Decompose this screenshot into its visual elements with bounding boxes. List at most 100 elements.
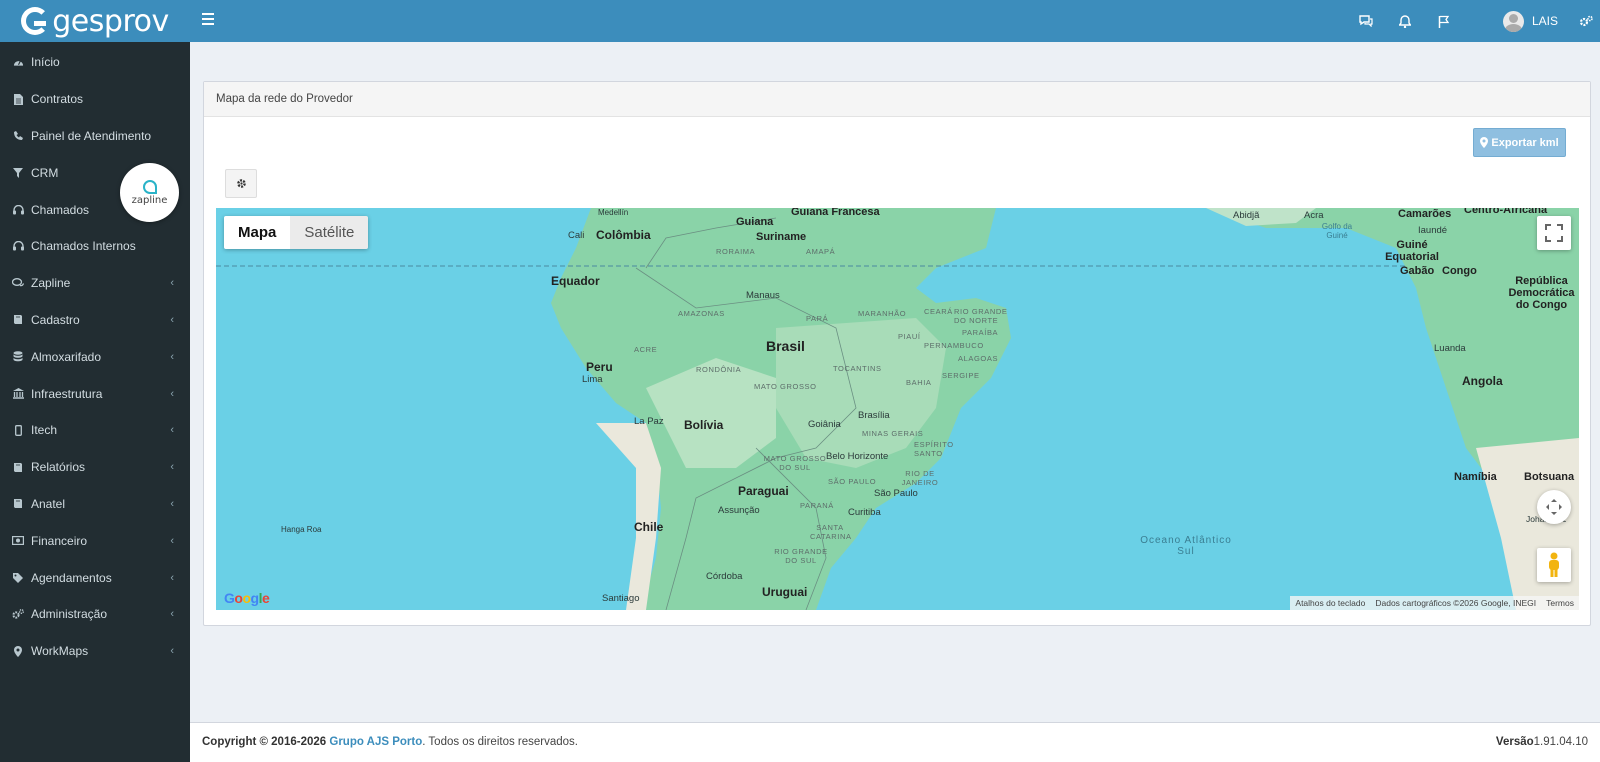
mobile-icon <box>12 424 24 436</box>
sidebar-item-infraestrutura[interactable]: Infraestrutura ‹ <box>0 375 190 412</box>
sidebar-item-label: Chamados <box>31 202 90 217</box>
sidebar-item-label: CRM <box>31 165 59 180</box>
sidebar-item-administracao[interactable]: Administração ‹ <box>0 596 190 633</box>
map-label-state: RIO GRANDE DO SUL <box>774 547 828 565</box>
filter-icon <box>12 167 24 179</box>
sidebar-item-label: WorkMaps <box>31 644 89 659</box>
sidebar-item-workmaps[interactable]: WorkMaps ‹ <box>0 633 190 670</box>
phone-icon <box>12 130 24 142</box>
map-label-state: BAHIA <box>906 378 932 387</box>
map-label-state: TOCANTINS <box>833 364 882 373</box>
settings-cogs-icon[interactable] <box>1578 12 1594 30</box>
sidebar-item-label: Chamados Internos <box>31 239 136 254</box>
copyright-text: Copyright © 2016-2026 <box>202 736 327 748</box>
camera-control-button[interactable] <box>1537 490 1571 524</box>
map-label-country: Guiné Equatorial <box>1385 239 1439 263</box>
sidebar-toggle-icon[interactable] <box>202 13 214 25</box>
google-logo[interactable]: Google <box>224 590 270 606</box>
map-label-state: RORAIMA <box>716 247 756 256</box>
street-view-pegman[interactable] <box>1537 548 1571 582</box>
map-label-city: La Paz <box>634 416 664 427</box>
chevron-left-icon: ‹ <box>170 387 174 400</box>
bank-icon <box>12 388 24 400</box>
google-map[interactable]: Medellín Cali Colômbia Guiana Guiana Fra… <box>216 208 1579 610</box>
map-label-country: Colômbia <box>596 228 651 242</box>
zapline-floating-button[interactable]: zapline <box>120 163 179 222</box>
sidebar-item-label: Cadastro <box>31 312 80 327</box>
chevron-left-icon: ‹ <box>170 608 174 621</box>
chevron-left-icon: ‹ <box>170 497 174 510</box>
version-label: Versão <box>1495 736 1534 748</box>
map-label-city: Belo Horizonte <box>826 451 889 462</box>
map-label-country: Centro-Africana <box>1464 208 1548 216</box>
map-label-state: PARÁ <box>806 314 829 323</box>
zapline-badge-text: zapline <box>131 194 168 206</box>
money-icon <box>12 535 24 547</box>
map-label-state: MATO GROSSO <box>754 382 817 391</box>
sidebar-item-label: Início <box>31 55 60 70</box>
footer: Copyright © 2016-2026 Grupo AJS Porto. T… <box>190 722 1600 762</box>
sidebar-item-cadastro[interactable]: Cadastro ‹ <box>0 302 190 339</box>
map-label-city: Manaus <box>746 290 780 301</box>
map-label-city: Curitiba <box>848 507 881 518</box>
sidebar-item-inicio[interactable]: Início <box>0 44 190 81</box>
sidebar-item-anatel[interactable]: Anatel ‹ <box>0 486 190 523</box>
fullscreen-icon <box>1545 224 1563 242</box>
sidebar-item-label: Relatórios <box>31 460 86 475</box>
book-icon <box>12 498 24 510</box>
user-avatar[interactable] <box>1503 11 1524 32</box>
map-label-country: República Democrática do Congo <box>1508 275 1575 311</box>
sidebar-item-financeiro[interactable]: Financeiro ‹ <box>0 522 190 559</box>
headset-icon <box>12 240 24 252</box>
sidebar-item-relatorios[interactable]: Relatórios ‹ <box>0 449 190 486</box>
sidebar-item-agendamentos[interactable]: Agendamentos ‹ <box>0 559 190 596</box>
user-name[interactable]: LAIS <box>1532 14 1558 28</box>
map-label-state: RONDÔNIA <box>696 365 742 374</box>
map-type-control: Mapa Satélite <box>224 216 369 249</box>
bell-icon[interactable] <box>1397 12 1413 30</box>
map-label-city: Medellín <box>598 208 629 217</box>
map-label-city: Brasília <box>858 410 890 421</box>
sidebar-item-label: Itech <box>31 423 58 438</box>
database-icon <box>12 351 24 363</box>
map-label-state: RIO GRANDE DO NORTE <box>954 307 1008 325</box>
company-link[interactable]: Grupo AJS Porto <box>329 736 422 748</box>
map-label-state: ESPÍRITO SANTO <box>914 440 954 458</box>
map-settings-button[interactable] <box>225 169 257 198</box>
map-label-city: Hanga Roa <box>281 525 322 534</box>
sidebar-item-almoxarifado[interactable]: Almoxarifado ‹ <box>0 338 190 375</box>
map-type-map-button[interactable]: Mapa <box>224 216 291 249</box>
map-label-city: Lima <box>582 374 603 385</box>
top-header: LAIS <box>190 0 1600 42</box>
map-data-attribution[interactable]: Dados cartográficos ©2026 Google, INEGI <box>1370 598 1541 608</box>
map-label-country: Gabão <box>1400 265 1435 277</box>
map-label-city: Córdoba <box>706 571 743 582</box>
map-label-country: Suriname <box>756 231 807 243</box>
chevron-left-icon: ‹ <box>170 461 174 474</box>
logo-g-icon <box>21 7 50 35</box>
map-label-city: Luanda <box>1434 343 1466 354</box>
map-type-satellite-button[interactable]: Satélite <box>290 216 369 249</box>
map-label-city: Goiânia <box>808 419 841 430</box>
map-geography <box>216 208 1579 610</box>
fullscreen-button[interactable] <box>1537 216 1571 250</box>
flag-icon[interactable] <box>1436 12 1452 30</box>
keyboard-shortcuts-link[interactable]: Atalhos do teclado <box>1290 598 1370 608</box>
map-label-country: Congo <box>1442 265 1477 277</box>
app-logo[interactable]: gesprov <box>0 0 190 42</box>
version-value: 1.91.04.10 <box>1533 736 1588 748</box>
sidebar-item-contratos[interactable]: Contratos <box>0 81 190 118</box>
terms-link[interactable]: Termos <box>1541 598 1579 608</box>
sidebar-item-chamados-internos[interactable]: Chamados Internos <box>0 228 190 265</box>
sidebar-item-label: Infraestrutura <box>31 386 103 401</box>
sidebar-item-painel-de-atendimento[interactable]: Painel de Atendimento <box>0 118 190 155</box>
chevron-left-icon: ‹ <box>170 571 174 584</box>
sidebar-item-zapline[interactable]: Zapline ‹ <box>0 265 190 302</box>
sidebar-item-label: Almoxarifado <box>31 349 102 364</box>
sidebar-item-label: Anatel <box>31 496 66 511</box>
chat-icon[interactable] <box>1358 12 1374 30</box>
sidebar-item-itech[interactable]: Itech ‹ <box>0 412 190 449</box>
version-info: Versão1.91.04.10 <box>1496 736 1588 748</box>
pan-arrows-icon <box>1546 499 1562 515</box>
export-kml-button[interactable]: Exportar kml <box>1473 128 1566 157</box>
